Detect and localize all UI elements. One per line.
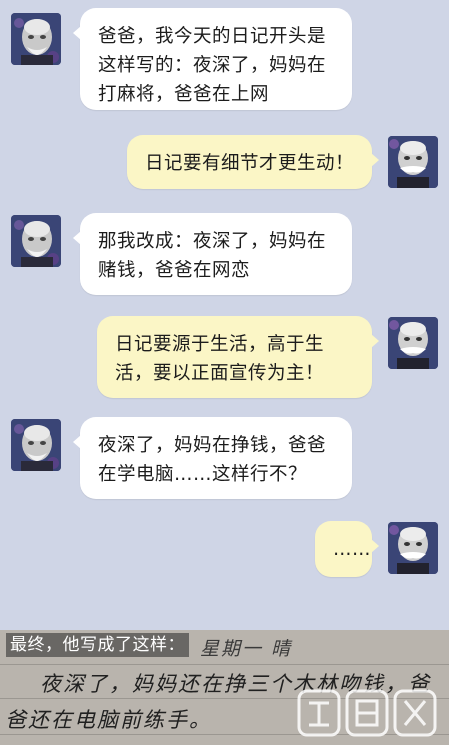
message-bubble-received[interactable]: 夜深了，妈妈在挣钱，爸爸 在学电脑……这样行不？ bbox=[73, 417, 352, 499]
diary-line: 爸还在电脑前练手。 bbox=[5, 708, 212, 732]
old-man-avatar-icon bbox=[388, 136, 438, 188]
message-line: 打麻将，爸爸在上网 bbox=[98, 84, 270, 105]
diary-photo: 星期一 晴 夜深了，妈妈还在挣三个木林吻钱，爸 爸还在电脑前练手。 最终，他写成… bbox=[0, 630, 449, 745]
message-line: 在学电脑……这样行不？ bbox=[98, 464, 308, 485]
chat-area: 爸爸，我今天的日记开头是 这样写的：夜深了，妈妈在 打麻将，爸爸在上网 日记要有… bbox=[0, 0, 449, 630]
son-avatar[interactable] bbox=[11, 215, 61, 267]
message-bubble-received[interactable]: 爸爸，我今天的日记开头是 这样写的：夜深了，妈妈在 打麻将，爸爸在上网 bbox=[73, 8, 352, 110]
message-line: 赌钱，爸爸在网恋 bbox=[98, 260, 251, 281]
old-man-avatar-icon bbox=[11, 13, 61, 65]
dad-avatar[interactable] bbox=[388, 136, 438, 188]
message-line: 日记要有细节才更生动！ bbox=[145, 153, 355, 174]
photo-caption: 最终，他写成了这样： bbox=[6, 633, 189, 657]
son-avatar[interactable] bbox=[11, 13, 61, 65]
old-man-avatar-icon bbox=[388, 522, 438, 574]
diary-header: 星期一 晴 bbox=[200, 638, 293, 660]
son-avatar[interactable] bbox=[11, 419, 61, 471]
paper-rule-line bbox=[0, 664, 449, 665]
dad-avatar[interactable] bbox=[388, 317, 438, 369]
dad-avatar[interactable] bbox=[388, 522, 438, 574]
message-bubble-sent[interactable]: 日记要源于生活，高于生 活，要以正面宣传为主！ bbox=[97, 316, 379, 398]
watermark-logo-icon bbox=[297, 689, 437, 737]
message-bubble-received[interactable]: 那我改成：夜深了，妈妈在 赌钱，爸爸在网恋 bbox=[73, 213, 352, 295]
old-man-avatar-icon bbox=[388, 317, 438, 369]
message-line: 夜深了，妈妈在挣钱，爸爸 bbox=[98, 435, 327, 456]
old-man-avatar-icon bbox=[11, 419, 61, 471]
message-line: …… bbox=[333, 539, 371, 560]
old-man-avatar-icon bbox=[11, 215, 61, 267]
message-bubble-sent[interactable]: …… bbox=[315, 521, 379, 577]
message-bubble-sent[interactable]: 日记要有细节才更生动！ bbox=[127, 135, 379, 189]
message-line: 这样写的：夜深了，妈妈在 bbox=[98, 55, 327, 76]
message-line: 那我改成：夜深了，妈妈在 bbox=[98, 231, 327, 252]
message-line: 爸爸，我今天的日记开头是 bbox=[98, 26, 327, 47]
message-line: 活，要以正面宣传为主！ bbox=[115, 363, 325, 384]
message-line: 日记要源于生活，高于生 bbox=[115, 334, 325, 355]
